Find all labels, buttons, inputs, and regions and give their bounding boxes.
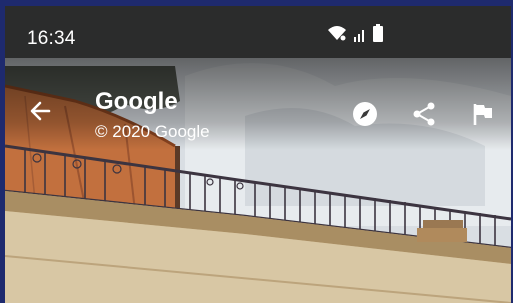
wifi-icon <box>327 24 347 47</box>
status-icons <box>327 24 383 47</box>
street-view-header: Google © 2020 Google <box>5 58 511 150</box>
share-button[interactable] <box>410 100 438 128</box>
share-icon <box>413 102 435 126</box>
place-title: Google <box>95 88 178 115</box>
compass-icon <box>353 102 377 126</box>
signal-icon <box>353 26 367 47</box>
compass-button[interactable] <box>351 100 379 128</box>
street-view-screen: 16:34 Google © 2020 Google <box>5 6 511 303</box>
status-bar: 16:34 <box>5 6 511 58</box>
copyright-text: © 2020 Google <box>95 122 210 141</box>
back-arrow-icon <box>30 101 51 121</box>
battery-icon <box>373 24 383 47</box>
status-time: 16:34 <box>27 28 76 49</box>
report-flag-button[interactable] <box>469 100 497 128</box>
flag-icon <box>473 104 492 125</box>
back-button[interactable] <box>25 96 55 126</box>
